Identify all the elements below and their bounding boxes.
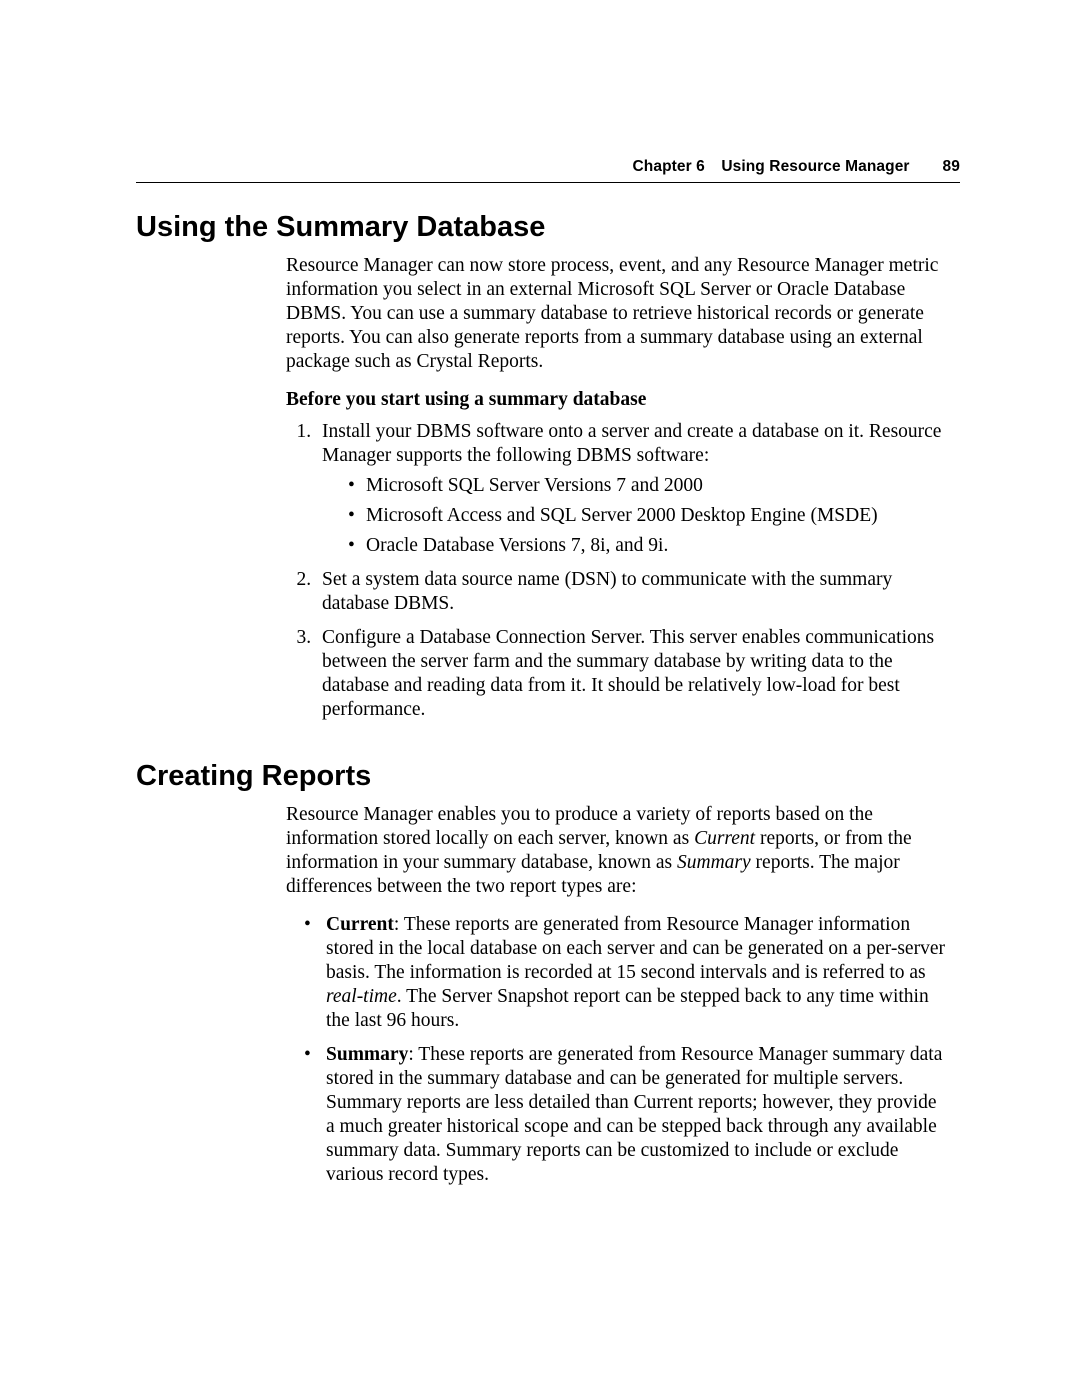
page-header: Chapter 6 Using Resource Manager 89 [136, 158, 960, 183]
bullet-summary: Summary: These reports are generated fro… [304, 1043, 950, 1187]
section2-body: Resource Manager enables you to produce … [286, 803, 950, 1187]
bullet-current-italic: real-time [326, 986, 397, 1007]
section1-intro: Resource Manager can now store process, … [286, 254, 950, 374]
step-1-text: Install your DBMS software onto a server… [322, 421, 941, 466]
section2-intro-italic-2: Summary [677, 852, 751, 873]
bullet-current-post: . The Server Snapshot report can be step… [326, 986, 929, 1031]
section1-body: Resource Manager can now store process, … [286, 254, 950, 722]
step-1-bullet-2: Microsoft Access and SQL Server 2000 Des… [348, 504, 950, 528]
section-heading-summary-database: Using the Summary Database [136, 211, 960, 244]
section-heading-creating-reports: Creating Reports [136, 760, 960, 793]
header-page-number: 89 [940, 158, 960, 176]
document-page: Chapter 6 Using Resource Manager 89 Usin… [0, 0, 1080, 1397]
step-3: Configure a Database Connection Server. … [316, 626, 950, 722]
step-2: Set a system data source name (DSN) to c… [316, 568, 950, 616]
section2-intro: Resource Manager enables you to produce … [286, 803, 950, 899]
section1-steps: Install your DBMS software onto a server… [286, 420, 950, 722]
step-1: Install your DBMS software onto a server… [316, 420, 950, 558]
bullet-summary-label: Summary [326, 1044, 408, 1065]
header-chapter: Chapter 6 [632, 158, 704, 175]
step-1-bullet-3: Oracle Database Versions 7, 8i, and 9i. [348, 534, 950, 558]
step-1-bullets: Microsoft SQL Server Versions 7 and 2000… [322, 474, 950, 558]
section2-bullets: Current: These reports are generated fro… [286, 913, 950, 1187]
bullet-summary-text: : These reports are generated from Resou… [326, 1044, 942, 1185]
step-1-bullet-1: Microsoft SQL Server Versions 7 and 2000 [348, 474, 950, 498]
bullet-current-pre: : These reports are generated from Resou… [326, 914, 945, 983]
section2-intro-italic-1: Current [694, 828, 755, 849]
bullet-current-label: Current [326, 914, 394, 935]
header-title: Using Resource Manager [721, 158, 909, 175]
section1-subhead: Before you start using a summary databas… [286, 388, 950, 412]
bullet-current: Current: These reports are generated fro… [304, 913, 950, 1033]
